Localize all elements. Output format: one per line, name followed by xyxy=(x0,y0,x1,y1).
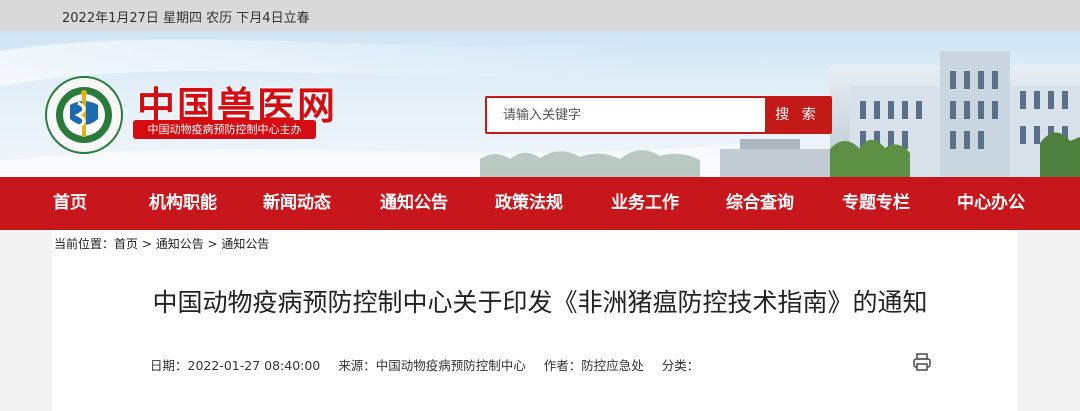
breadcrumb-prefix: 当前位置： xyxy=(54,237,115,251)
breadcrumb-notices[interactable]: 通知公告 xyxy=(156,237,204,251)
article-title: 中国动物疫病预防控制中心关于印发《非洲猪瘟防控技术指南》的通知 xyxy=(152,288,928,317)
nav-item-query[interactable]: 综合查询 xyxy=(726,177,794,230)
breadcrumb-separator: > xyxy=(203,237,222,251)
main-nav: 首页 机构职能 新闻动态 通知公告 政策法规 业务工作 综合查询 专题专栏 中心… xyxy=(0,177,1080,230)
breadcrumb: 当前位置：首页 > 通知公告 > 通知公告 xyxy=(54,235,269,252)
article-source: 来源：中国动物疫病预防控制中心 xyxy=(338,358,526,373)
breadcrumb-current[interactable]: 通知公告 xyxy=(221,237,269,251)
nav-item-policies[interactable]: 政策法规 xyxy=(495,177,563,230)
article-author: 作者：防控应急处 xyxy=(543,358,644,373)
caduceus-emblem-icon xyxy=(45,76,123,154)
nav-item-topics[interactable]: 专题专栏 xyxy=(842,177,910,230)
article-meta: 日期：2022-01-27 08:40:00 来源：中国动物疫病预防控制中心 作… xyxy=(150,355,713,374)
breadcrumb-home[interactable]: 首页 xyxy=(114,237,138,251)
date-bar: 2022年1月27日 星期四 农历 下月4日立春 xyxy=(0,0,1080,31)
print-icon[interactable] xyxy=(912,352,932,372)
search-button[interactable]: 搜 索 xyxy=(765,98,830,132)
nav-item-home[interactable]: 首页 xyxy=(53,177,87,230)
current-date: 2022年1月27日 星期四 农历 下月4日立春 xyxy=(62,11,310,26)
nav-item-work[interactable]: 业务工作 xyxy=(611,177,679,230)
breadcrumb-separator: > xyxy=(138,237,156,251)
search-input[interactable] xyxy=(487,98,765,132)
nav-item-news[interactable]: 新闻动态 xyxy=(263,177,331,230)
site-subtitle: 中国动物疫病预防控制中心主办 xyxy=(133,120,316,139)
header-banner: 中国兽医网 中国动物疫病预防控制中心主办 搜 索 xyxy=(0,31,1080,177)
nav-item-notices[interactable]: 通知公告 xyxy=(380,177,448,230)
content-panel xyxy=(52,230,1018,411)
nav-item-functions[interactable]: 机构职能 xyxy=(149,177,217,230)
article-date: 日期：2022-01-27 08:40:00 xyxy=(150,358,321,373)
article-category: 分类： xyxy=(661,358,700,373)
nav-item-office[interactable]: 中心办公 xyxy=(957,177,1025,230)
search-box: 搜 索 xyxy=(485,96,832,134)
